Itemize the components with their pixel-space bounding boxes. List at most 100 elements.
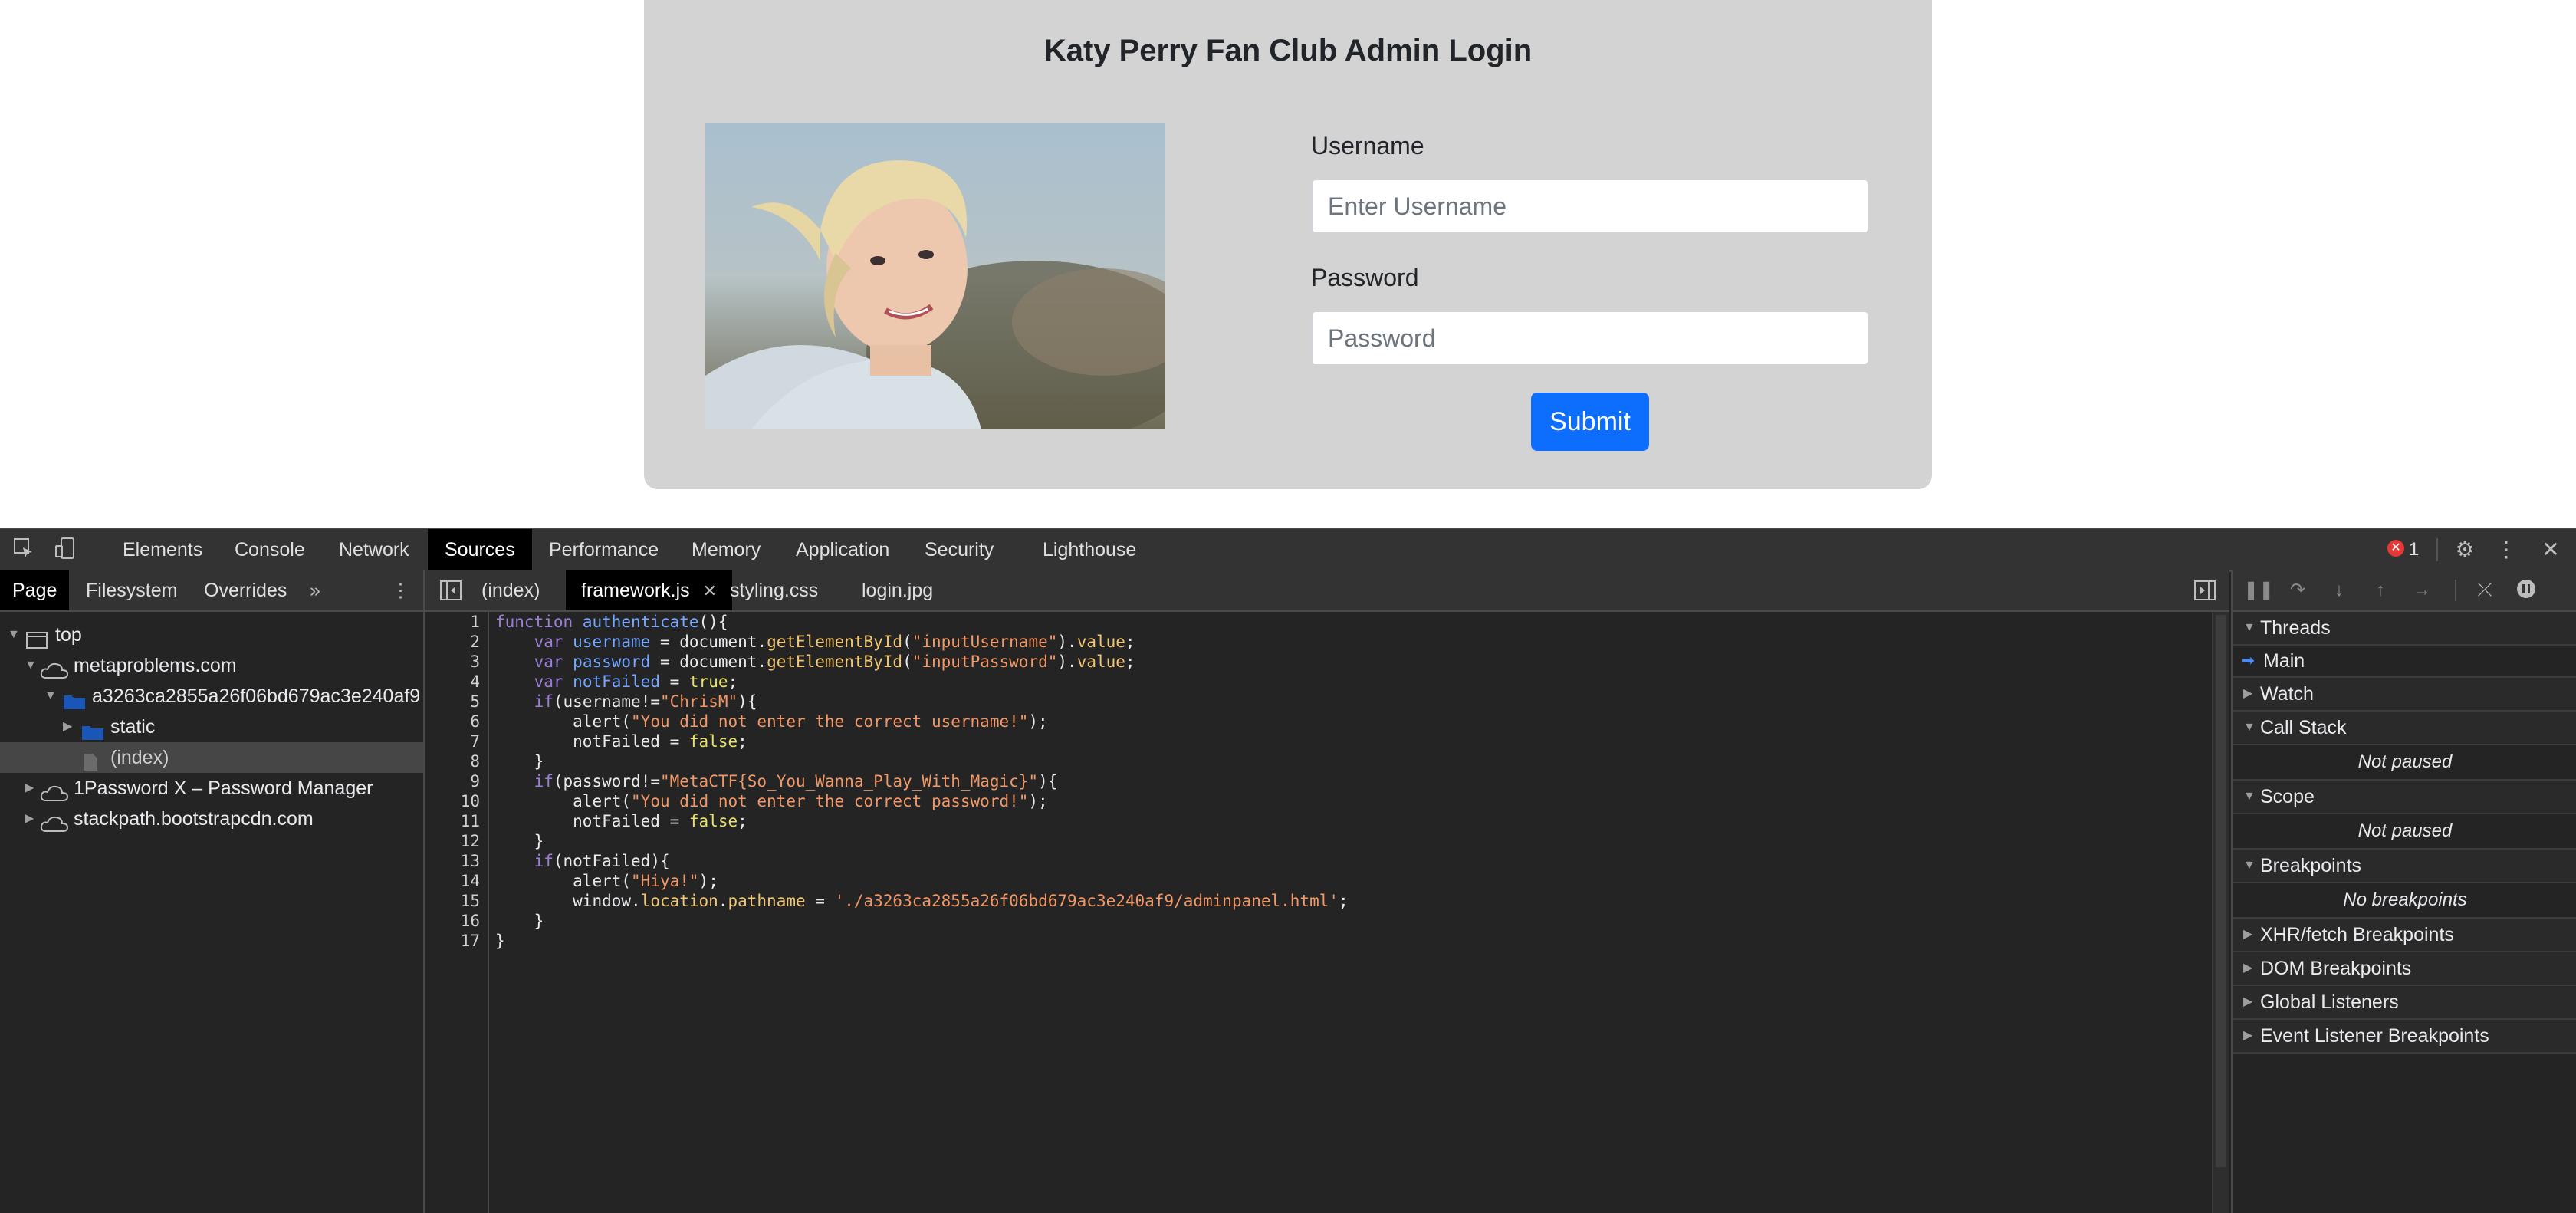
- inspect-element-icon[interactable]: [11, 537, 37, 563]
- gear-icon[interactable]: ⚙: [2452, 537, 2478, 563]
- code-line: notFailed = false;: [573, 732, 748, 751]
- expanded-arrow-icon: ▼: [44, 689, 57, 702]
- code-line: }: [495, 752, 544, 771]
- expanded-arrow-icon: ▼: [8, 628, 20, 641]
- code-line: }: [495, 832, 544, 850]
- section-event-listener-breakpoints[interactable]: ▶ Event Listener Breakpoints: [2233, 1020, 2576, 1054]
- file-tabs: (index) framework.js ✕ styling.css login…: [425, 570, 2229, 612]
- navigator-tabs: Page Filesystem Overrides » ⋮: [0, 570, 423, 612]
- password-label: Password: [1311, 264, 1419, 291]
- navigator-menu-icon[interactable]: ⋮: [391, 570, 410, 610]
- tree-item-top[interactable]: ▼ top: [0, 620, 423, 650]
- code-line: alert("Hiya!");: [573, 872, 718, 890]
- file-tab-login-jpg[interactable]: login.jpg: [862, 570, 933, 610]
- collapsed-arrow-icon: ▶: [2243, 1029, 2253, 1042]
- tree-item-index[interactable]: (index): [0, 742, 423, 773]
- step-icon[interactable]: →: [2409, 578, 2435, 603]
- toggle-debugger-icon[interactable]: [2194, 570, 2216, 610]
- toolbar-divider: [2455, 580, 2456, 601]
- tab-elements[interactable]: Elements: [123, 529, 202, 570]
- section-breakpoints[interactable]: ▼ Breakpoints: [2233, 850, 2576, 883]
- step-into-icon[interactable]: ↓: [2326, 578, 2352, 603]
- section-xhr-breakpoints[interactable]: ▶ XHR/fetch Breakpoints: [2233, 919, 2576, 952]
- collapsed-arrow-icon: ▶: [25, 812, 34, 825]
- nav-tab-filesystem[interactable]: Filesystem: [86, 570, 177, 610]
- login-card: Katy Perry Fan Club Admin Login Username…: [644, 0, 1932, 489]
- deactivate-breakpoints-icon[interactable]: ⤫: [2472, 578, 2498, 603]
- tab-network[interactable]: Network: [339, 529, 409, 570]
- collapsed-arrow-icon: ▶: [2243, 962, 2253, 975]
- more-tabs-icon[interactable]: »: [310, 570, 320, 610]
- code-line: var username = document.getElementById("…: [534, 633, 1135, 651]
- collapsed-arrow-icon: ▶: [2243, 687, 2253, 700]
- username-label: Username: [1311, 132, 1424, 159]
- username-input[interactable]: [1311, 179, 1869, 234]
- section-scope[interactable]: ▼ Scope: [2233, 781, 2576, 814]
- file-tab-styling-css[interactable]: styling.css: [730, 570, 818, 610]
- password-input[interactable]: [1311, 311, 1869, 366]
- thread-main[interactable]: ➡ Main: [2233, 646, 2576, 678]
- nav-tab-page[interactable]: Page: [0, 570, 70, 610]
- section-global-listeners[interactable]: ▶ Global Listeners: [2233, 986, 2576, 1020]
- code-line: window.location.pathname = './a3263ca285…: [573, 892, 1349, 910]
- section-watch[interactable]: ▶ Watch: [2233, 678, 2576, 712]
- toolbar-divider: [2436, 538, 2438, 561]
- collapsed-arrow-icon: ▶: [63, 720, 73, 733]
- code-line: function authenticate(){: [495, 613, 728, 631]
- device-toolbar-icon[interactable]: [52, 537, 78, 563]
- collapsed-arrow-icon: ▶: [2243, 928, 2253, 941]
- code-line: alert("You did not enter the correct pas…: [573, 792, 1048, 810]
- code-line: alert("You did not enter the correct use…: [573, 712, 1048, 731]
- current-thread-arrow-icon: ➡: [2242, 653, 2255, 669]
- tab-application[interactable]: Application: [796, 529, 889, 570]
- section-call-stack[interactable]: ▼ Call Stack: [2233, 712, 2576, 745]
- code-editor-pane: (index) framework.js ✕ styling.css login…: [425, 570, 2229, 1213]
- debugger-toolbar: ❚❚ ↷ ↓ ↑ → ⤫: [2233, 570, 2576, 612]
- pause-icon[interactable]: ❚❚: [2243, 578, 2274, 603]
- tree-item-cdn[interactable]: ▶ stackpath.bootstrapcdn.com: [0, 804, 423, 834]
- tree-item-extension[interactable]: ▶ 1Password X – Password Manager: [0, 773, 423, 804]
- tab-lighthouse[interactable]: Lighthouse: [1043, 529, 1136, 570]
- call-stack-status: Not paused: [2233, 745, 2576, 781]
- expanded-arrow-icon: ▼: [2243, 790, 2256, 803]
- code-line: if(password!="MetaCTF{So_You_Wanna_Play_…: [534, 772, 1058, 791]
- collapsed-arrow-icon: ▶: [2243, 995, 2253, 1008]
- step-out-icon[interactable]: ↑: [2367, 578, 2394, 603]
- tree-item-folder-static[interactable]: ▶ static: [0, 712, 423, 742]
- step-over-icon[interactable]: ↷: [2285, 578, 2311, 603]
- code-line: notFailed = false;: [573, 812, 748, 830]
- line-number-gutter[interactable]: 1 2 3 4 5 6 7 8 9 10 11 12 13 14 15 16 1…: [425, 612, 489, 1213]
- scroll-thumb[interactable]: [2216, 615, 2226, 1167]
- section-threads[interactable]: ▼ Threads: [2233, 612, 2576, 646]
- expanded-arrow-icon: ▼: [2243, 859, 2256, 872]
- scope-status: Not paused: [2233, 814, 2576, 850]
- pause-on-exceptions-icon[interactable]: [2513, 578, 2539, 603]
- devtools-panel: Elements Console Network Sources Perform…: [0, 528, 2576, 1213]
- close-tab-icon[interactable]: ✕: [703, 581, 717, 600]
- editor-scrollbar[interactable]: [2212, 612, 2229, 1213]
- code-line: }: [495, 912, 544, 930]
- expanded-arrow-icon: ▼: [2243, 621, 2256, 634]
- expanded-arrow-icon: ▼: [25, 659, 37, 672]
- code-line: var password = document.getElementById("…: [534, 653, 1135, 671]
- breakpoints-status: No breakpoints: [2233, 883, 2576, 919]
- code-view[interactable]: function authenticate(){ var username = …: [495, 612, 2213, 1213]
- tab-sources[interactable]: Sources: [428, 529, 532, 570]
- tab-memory[interactable]: Memory: [692, 529, 761, 570]
- nav-tab-overrides[interactable]: Overrides: [204, 570, 287, 610]
- tab-console[interactable]: Console: [235, 529, 305, 570]
- tab-security[interactable]: Security: [925, 529, 994, 570]
- file-tab-framework-js[interactable]: framework.js ✕: [566, 570, 733, 610]
- tab-performance[interactable]: Performance: [549, 529, 659, 570]
- profile-photo: [705, 123, 1165, 429]
- tree-item-domain[interactable]: ▼ metaproblems.com: [0, 650, 423, 681]
- file-tab-index[interactable]: (index): [481, 570, 540, 610]
- close-icon[interactable]: ✕: [2538, 537, 2564, 563]
- more-options-icon[interactable]: ⋮: [2493, 537, 2519, 563]
- submit-button[interactable]: Submit: [1531, 393, 1649, 451]
- error-icon[interactable]: ✕: [2387, 540, 2404, 557]
- tree-item-folder-hash[interactable]: ▼ a3263ca2855a26f06bd679ac3e240af9: [0, 681, 423, 712]
- section-dom-breakpoints[interactable]: ▶ DOM Breakpoints: [2233, 952, 2576, 986]
- toggle-navigator-icon[interactable]: [440, 570, 462, 610]
- error-count[interactable]: 1: [2409, 529, 2419, 570]
